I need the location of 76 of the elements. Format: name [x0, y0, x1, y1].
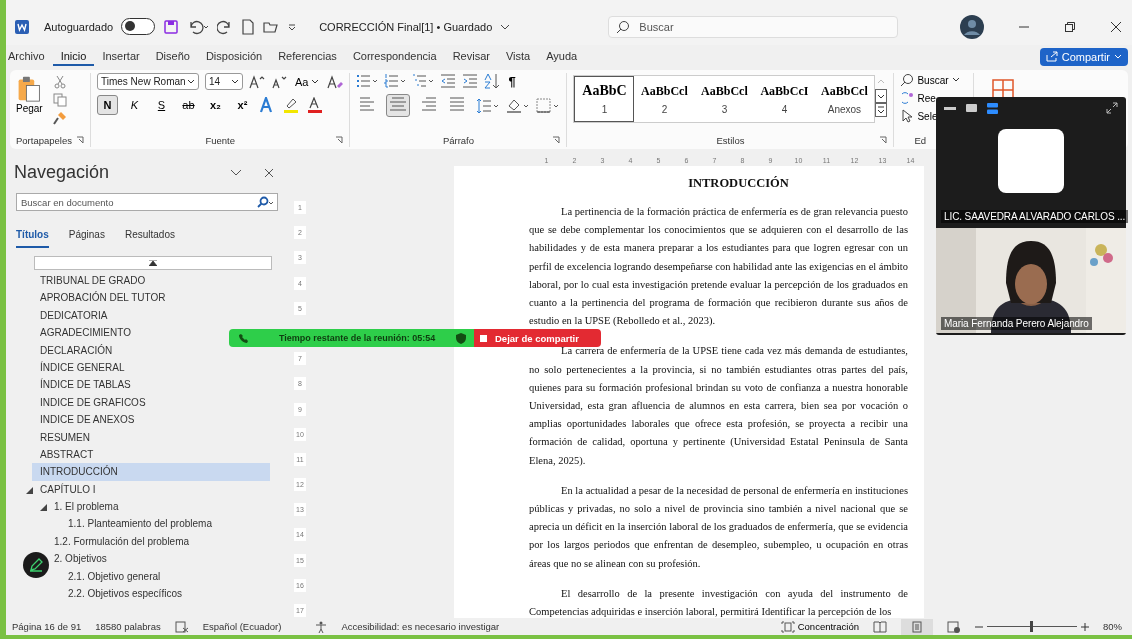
heading-item[interactable]: INDICE DE ANEXOS [8, 411, 135, 429]
heading-item[interactable]: APROBACIÓN DEL TUTOR [8, 289, 166, 307]
show-formatting-button[interactable]: ¶ [506, 73, 518, 89]
heading-item[interactable]: RESUMEN [8, 428, 90, 446]
menu-tab[interactable]: Revisar [444, 47, 498, 66]
search-field[interactable]: Buscar en documento [16, 193, 278, 211]
font-style-button[interactable]: N [97, 95, 118, 115]
style-item[interactable]: AaBbCcl 2 [634, 76, 695, 122]
change-case-button[interactable]: Aa [293, 75, 322, 88]
focus-button[interactable]: Concentración [780, 620, 859, 633]
menu-tab[interactable]: Diseño [147, 47, 198, 66]
paragraph: En la actualidad a pesar de la necesidad de personal de enfermería en instituciones públicas y privadas, no solo a nivel de provincia sino también a nivel nacional que se aprecia un déficit en la inserción laboral de los graduados de enfermería, que se evidencia por los largos periodos que enfrentan de desempleo, subempleo, u ocupación en otras áreas que no se alinean con su profesión. [529, 483, 908, 571]
participant-name: LIC. SAAVEDRA ALVARADO CARLOS ... [941, 210, 1129, 223]
heading-item[interactable]: 2.1. Objetivo general [8, 567, 161, 586]
paragraph: El desarrollo de la presente investigación con ayuda del instrumento de Competencias adquiridas e inserción laboral, permitirá Identificar la percepción de los [529, 586, 908, 618]
font-name-field[interactable]: Times New Roman [97, 73, 199, 90]
menu-tab[interactable]: Insertar [94, 47, 148, 66]
navigation-tab[interactable]: Páginas [68, 227, 105, 248]
menu-tab[interactable]: Inicio [52, 47, 95, 66]
menu-tab[interactable]: Archivo [6, 47, 53, 66]
menu-tab[interactable]: Ayuda [538, 47, 586, 66]
language-status[interactable]: Español (Ecuador) [202, 621, 282, 632]
participant-name: Maria Fernanda Perero Alejandro [941, 317, 1092, 330]
meeting-timer-bar: Tiempo restante de la reunión: 05:54 [229, 329, 474, 347]
group-label: Fuente [205, 134, 235, 146]
menu-tab[interactable]: Correspondencia [344, 47, 445, 66]
autosave-label: Autoguardado [44, 20, 114, 33]
paragraph: La pertinencia de la formación práctica de enfermería es de gran relevancia puesto que se debe complementar los conocimientos que se adquieren con el desarrollo de las habilidades y de esta manera preparar a los estudiantes para que logren egresar con un perfil de excelencia logrando desempeñarse con habilidad ante las exigencias en el ámbito laboral, por lo cual esta investigación pretende evaluar la percepción de los graduados en cuanto a la pertinencia del programa de formación que recibieron durante sus años de estudio en la UPSE (Rebolledo et al., 2023). [529, 205, 908, 329]
heading-item[interactable]: 2.2. Objetivos específicos [8, 585, 182, 603]
style-item[interactable]: AaBbCcl 3 [694, 76, 755, 122]
heading-item[interactable]: ÍNDICE GENERAL [8, 358, 125, 377]
heading-item[interactable]: CAPÍTULO I [8, 480, 96, 499]
font-style-button[interactable]: x² [232, 95, 253, 115]
find-button[interactable]: Buscar [900, 73, 960, 87]
style-item[interactable]: AaBbCcI 4 [754, 76, 815, 122]
stop-sharing-button[interactable]: Dejar de compartir [474, 329, 601, 347]
heading-item[interactable]: 2. Objetivos [8, 550, 107, 568]
document-heading: INTRODUCCIÓN [687, 176, 790, 191]
style-item[interactable]: AaBbCcl Anexos [814, 76, 875, 122]
page-count[interactable]: Página 16 de 91 [12, 621, 82, 632]
heading-item[interactable]: 1.1. Planteamiento del problema [8, 515, 212, 533]
font-style-button[interactable]: K [124, 95, 145, 115]
replace-button[interactable]: Ree [900, 91, 936, 105]
menu-tab[interactable]: Vista [497, 47, 539, 66]
heading-item[interactable]: 1. El problema [8, 498, 119, 516]
menu-tab[interactable]: Disposición [197, 47, 271, 66]
group-label: Estilos [716, 134, 745, 146]
select-button[interactable]: Sele [900, 109, 938, 123]
group-label: Portapapeles [16, 134, 72, 146]
navigation-tab[interactable]: Títulos [16, 227, 49, 248]
heading-item[interactable]: INTRODUCCIÓN [32, 463, 270, 481]
menu-tab[interactable]: Referencias [270, 47, 345, 66]
share-button[interactable]: Compartir [1039, 47, 1128, 66]
paste-button[interactable]: Pegar [16, 75, 43, 114]
heading-item[interactable]: DEDICATORIA [8, 306, 108, 325]
document-title[interactable]: CORRECCIÓN Final[1] • Guardado [319, 20, 493, 33]
font-size-field[interactable]: 14 [205, 73, 243, 90]
font-style-button[interactable]: S [151, 95, 172, 115]
zoom-level[interactable]: 80% [1103, 621, 1122, 632]
navigation-tab[interactable]: Resultados [124, 227, 175, 248]
heading-item[interactable]: AGRADECIMIENTO [8, 324, 131, 342]
heading-item[interactable]: 1.2. Formulación del problema [8, 532, 190, 551]
word-count[interactable]: 18580 palabras [95, 621, 161, 632]
style-item[interactable]: AaBbC 1 [574, 76, 635, 122]
font-style-button[interactable]: ab [178, 95, 199, 115]
heading-item[interactable]: INDICE DE GRAFICOS [8, 393, 146, 412]
heading-item[interactable]: DECLARACIÓN [8, 341, 113, 359]
group-label: Ed [914, 134, 927, 146]
navigation-title: Navegación [14, 162, 111, 183]
group-label: Párrafo [442, 134, 475, 146]
heading-item[interactable]: ABSTRACT [8, 445, 94, 464]
heading-item[interactable]: TRIBUNAL DE GRADO [8, 272, 146, 290]
paragraph: La carrera de enfermería de la UPSE tiene cada vez más demanda de estudiantes, no solo pertenecientes a la provincia, si no también estudiantes otras partes del país, quienes para su formación profesional brindan su voto de confianza a nuestra honorable Universidad, esta gran afluencia de alumnos en esta carrera, bien sea por vocación o amplias oportunidades laborales que ofrece esta profesión, se proyecta a recibir una formación de calidad, oportuna y pertinente (Universidad Estatal Peninsula de Santa Elena, 2025). [529, 344, 908, 468]
font-style-button[interactable]: x₂ [205, 95, 226, 115]
heading-item[interactable]: ÍNDICE DE TABLAS [8, 376, 131, 394]
accessibility-status[interactable]: Accesibilidad: es necesario investigar [341, 621, 500, 632]
